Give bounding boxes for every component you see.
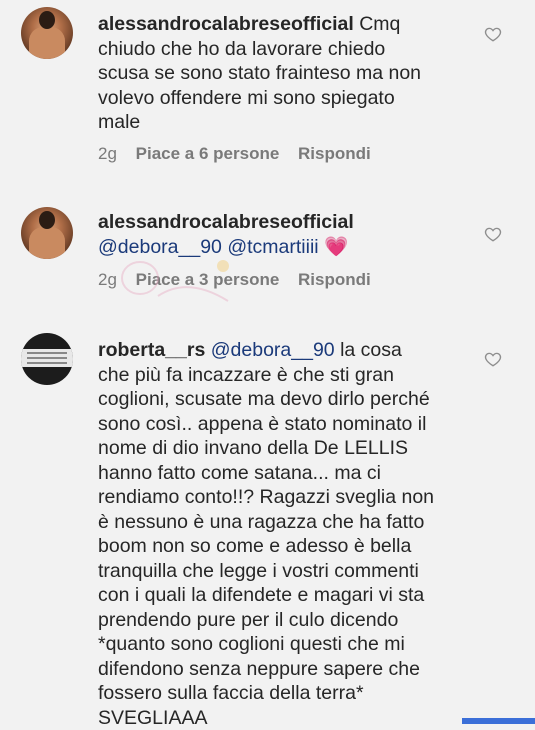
heart-outline-icon[interactable] (484, 350, 502, 368)
comment-username[interactable]: alessandrocalabreseofficial (98, 13, 354, 35)
comment-time: 2g (98, 270, 117, 289)
mention-link[interactable]: @debora__90 (98, 236, 222, 258)
comment-text: roberta__rs @debora__90 la cosa che più … (98, 338, 438, 730)
pink-heart-emoji: 💗 (324, 235, 349, 258)
comment-likes[interactable]: Piace a 6 persone (136, 144, 280, 164)
reply-button[interactable]: Rispondi (298, 270, 371, 290)
avatar[interactable] (21, 7, 73, 59)
mention-link[interactable]: @debora__90 (211, 339, 335, 361)
comment-text: alessandrocalabreseofficial @debora__90 … (98, 210, 438, 259)
comment-username[interactable]: alessandrocalabreseofficial (98, 211, 354, 233)
mention-link[interactable]: @tcmartiiii (227, 236, 318, 258)
comment-likes[interactable]: Piace a 3 persone (136, 270, 280, 290)
comment-meta: 2g Piace a 6 persone Rispondi (98, 144, 385, 164)
reply-button[interactable]: Rispondi (298, 144, 371, 164)
scroll-indicator (462, 718, 535, 724)
heart-outline-icon[interactable] (484, 25, 502, 43)
avatar[interactable] (21, 207, 73, 259)
heart-outline-icon[interactable] (484, 225, 502, 243)
comment-body: la cosa che più fa incazzare è che sti g… (98, 339, 435, 729)
comment-text: alessandrocalabreseofficial Cmq chiudo c… (98, 12, 438, 135)
comment-username[interactable]: roberta__rs (98, 339, 205, 361)
avatar[interactable] (21, 333, 73, 385)
comment-time: 2g (98, 144, 117, 163)
comment-meta: 2g Piace a 3 persone Rispondi (98, 270, 385, 290)
